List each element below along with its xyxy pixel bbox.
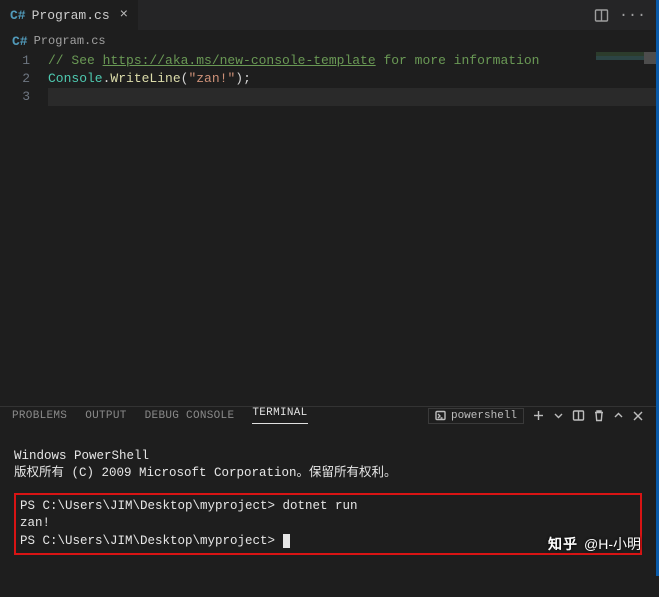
breadcrumb-filename: Program.cs: [34, 34, 106, 48]
close-panel-icon[interactable]: [632, 410, 644, 422]
line-gutter: 123: [0, 52, 48, 406]
watermark-brand: 知乎: [548, 534, 578, 554]
new-terminal-icon[interactable]: [532, 409, 545, 422]
terminal-line: Windows PowerShell: [14, 449, 149, 463]
powershell-icon: [435, 410, 446, 421]
dropdown-label: powershell: [451, 410, 517, 422]
editor-tabs: C# Program.cs × ···: [0, 0, 656, 30]
line-number: 2: [0, 70, 30, 88]
code-line[interactable]: // See https://aka.ms/new-console-templa…: [48, 52, 656, 70]
scrollbar-thumb[interactable]: [644, 52, 656, 64]
split-editor-icon[interactable]: [594, 8, 609, 23]
line-number: 1: [0, 52, 30, 70]
trash-icon[interactable]: [593, 409, 605, 422]
tab-program-cs[interactable]: C# Program.cs ×: [0, 0, 138, 30]
chevron-up-icon[interactable]: [613, 410, 624, 421]
terminal-line: 版权所有 (C) 2009 Microsoft Corporation。保留所有…: [14, 466, 397, 480]
tab-problems[interactable]: PROBLEMS: [12, 410, 67, 422]
watermark-user: @H-小明: [584, 534, 641, 554]
code-area[interactable]: // See https://aka.ms/new-console-templa…: [48, 52, 656, 406]
close-icon[interactable]: ×: [120, 7, 128, 23]
code-line[interactable]: Console.WriteLine("zan!");: [48, 70, 656, 88]
chevron-down-icon[interactable]: [553, 410, 564, 421]
breadcrumb[interactable]: C# Program.cs: [0, 30, 656, 52]
tab-output[interactable]: OUTPUT: [85, 410, 126, 422]
csharp-icon: C#: [10, 8, 26, 23]
code-editor[interactable]: 123 // See https://aka.ms/new-console-te…: [0, 52, 656, 406]
csharp-icon: C#: [12, 34, 28, 49]
panel-tabs: PROBLEMS OUTPUT DEBUG CONSOLE TERMINAL p…: [0, 407, 656, 424]
code-line[interactable]: [48, 88, 656, 106]
tab-terminal[interactable]: TERMINAL: [252, 407, 307, 424]
line-number: 3: [0, 88, 30, 106]
tab-filename: Program.cs: [32, 8, 110, 23]
terminal-profile-dropdown[interactable]: powershell: [428, 408, 524, 424]
terminal-cursor: [283, 534, 290, 548]
more-icon[interactable]: ···: [619, 8, 646, 23]
terminal[interactable]: Windows PowerShell 版权所有 (C) 2009 Microso…: [0, 424, 656, 596]
tab-debug-console[interactable]: DEBUG CONSOLE: [145, 410, 235, 422]
watermark: 知乎 @H-小明: [548, 534, 641, 554]
split-terminal-icon[interactable]: [572, 409, 585, 422]
